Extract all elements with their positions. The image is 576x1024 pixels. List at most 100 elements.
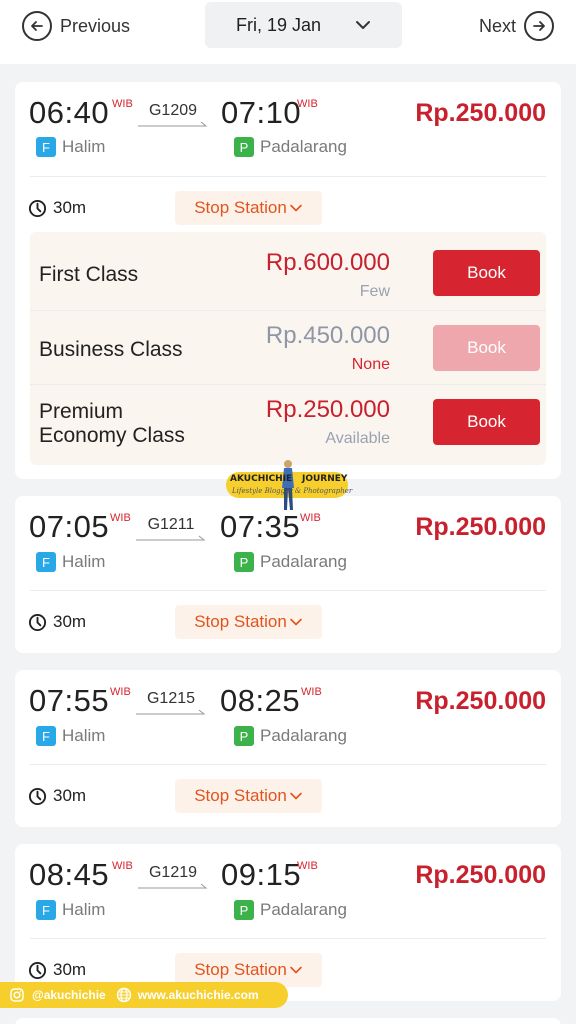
origin-station: F Halim [36,137,105,157]
arrival-timezone: WIB [297,860,318,872]
train-number: G1211 [147,516,195,533]
book-button[interactable]: Book [433,399,540,445]
class-name-line2: Economy Class [39,424,185,447]
route-arrow-icon [138,883,208,889]
watermark-logo: AKUCHICHIE JOURNEY Lifestyle Blogger & P… [226,458,352,512]
seat-class-list: First Class Rp.600.000 Few Book Business… [30,232,546,465]
origin-name: Halim [62,137,106,156]
chevron-down-icon [290,618,302,626]
destination-station: P Padalarang [234,552,347,572]
trip-price: Rp.250.000 [415,99,546,127]
train-number: G1219 [148,864,198,881]
divider [30,764,546,765]
destination-badge: P [234,726,254,746]
clock-icon [28,961,47,979]
class-availability: Available [325,430,390,447]
origin-station: F Halim [36,726,105,746]
chevron-down-icon [290,792,302,800]
instagram-icon [10,988,24,1002]
origin-station: F Halim [36,900,105,920]
book-button[interactable]: Book [433,250,540,296]
route-arrow-icon [136,535,206,541]
chevron-down-icon [290,966,302,974]
destination-name: Padalarang [260,900,347,919]
arrival-time: 07:35 [220,509,301,544]
destination-station: P Padalarang [234,726,347,746]
trip-card-partial[interactable] [15,1018,561,1024]
departure-time: 08:45 [29,857,110,892]
route-arrow-icon [138,121,208,127]
social-banner: @akuchichie www.akuchichie.com [0,982,288,1008]
trip-card[interactable]: 08:45 WIB G1219 09:15 WIB Rp.250.000 F H… [15,844,561,1001]
trip-card[interactable]: 06:40 WIB G1209 07:10 WIB Rp.250.000 F H… [15,82,561,479]
trip-price: Rp.250.000 [415,861,546,889]
trip-duration: 30m [28,786,86,806]
route-arrow-icon [136,709,206,715]
divider [30,176,546,177]
globe-icon [116,987,131,1003]
trip-card[interactable]: 07:05 WIB G1211 07:35 WIB Rp.250.000 F H… [15,496,561,653]
stop-station-label: Stop Station [194,786,287,805]
stop-station-button[interactable]: Stop Station [175,779,322,813]
departure-time: 07:55 [29,683,110,718]
departure-timezone: WIB [110,512,131,524]
departure-timezone: WIB [110,686,131,698]
arrival-time: 07:10 [221,95,302,130]
watermark-tagline: Lifestyle Blogger & Photographer [232,487,353,495]
trip-duration: 30m [28,198,86,218]
class-name: First Class [39,263,139,286]
date-selector[interactable]: Fri, 19 Jan [205,2,402,48]
class-availability: None [351,356,390,373]
arrival-timezone: WIB [301,686,322,698]
book-button-disabled[interactable]: Book [433,325,540,371]
destination-badge: P [234,137,254,157]
stop-station-label: Stop Station [194,198,287,217]
selected-date: Fri, 19 Jan [235,14,322,35]
origin-badge: F [36,900,56,920]
arrow-right-circle-icon [524,11,554,41]
destination-station: P Padalarang [234,137,347,157]
origin-station: F Halim [36,552,105,572]
stop-station-button[interactable]: Stop Station [175,191,322,225]
clock-icon [28,199,47,217]
duration-text: 30m [53,198,87,217]
seat-class-row: Premium Economy Class Rp.250.000 Availab… [30,384,546,458]
duration-text: 30m [53,612,87,631]
arrival-time: 09:15 [221,857,302,892]
watermark-figure-icon [282,460,294,510]
arrival-time: 08:25 [220,683,301,718]
origin-badge: F [36,726,56,746]
trip-duration: 30m [28,612,86,632]
trip-duration: 30m [28,960,86,980]
clock-icon [28,787,47,805]
trip-price: Rp.250.000 [415,513,546,541]
departure-time: 06:40 [29,95,110,130]
previous-label: Previous [60,15,131,36]
stop-station-button[interactable]: Stop Station [175,605,322,639]
origin-badge: F [36,137,56,157]
departure-timezone: WIB [112,98,133,110]
departure-timezone: WIB [112,860,133,872]
destination-station: P Padalarang [234,900,347,920]
origin-name: Halim [62,552,106,571]
class-availability: Few [359,283,390,300]
previous-day-button[interactable]: Previous [22,10,130,42]
arrival-timezone: WIB [300,512,321,524]
arrival-timezone: WIB [297,98,318,110]
duration-text: 30m [53,786,87,805]
next-day-button[interactable]: Next [479,10,554,42]
trip-card[interactable]: 07:55 WIB G1215 08:25 WIB Rp.250.000 F H… [15,670,561,827]
class-name: Business Class [39,338,183,361]
instagram-handle: @akuchichie [32,988,106,1002]
destination-badge: P [234,900,254,920]
origin-name: Halim [62,726,106,745]
origin-badge: F [36,552,56,572]
seat-class-row: Business Class Rp.450.000 None Book [30,310,546,384]
trip-price: Rp.250.000 [415,687,546,715]
chevron-down-icon [290,204,302,212]
divider [30,590,546,591]
class-name-line1: Premium [39,400,124,423]
destination-badge: P [234,552,254,572]
departure-time: 07:05 [29,509,110,544]
class-price: Rp.450.000 [265,322,390,349]
